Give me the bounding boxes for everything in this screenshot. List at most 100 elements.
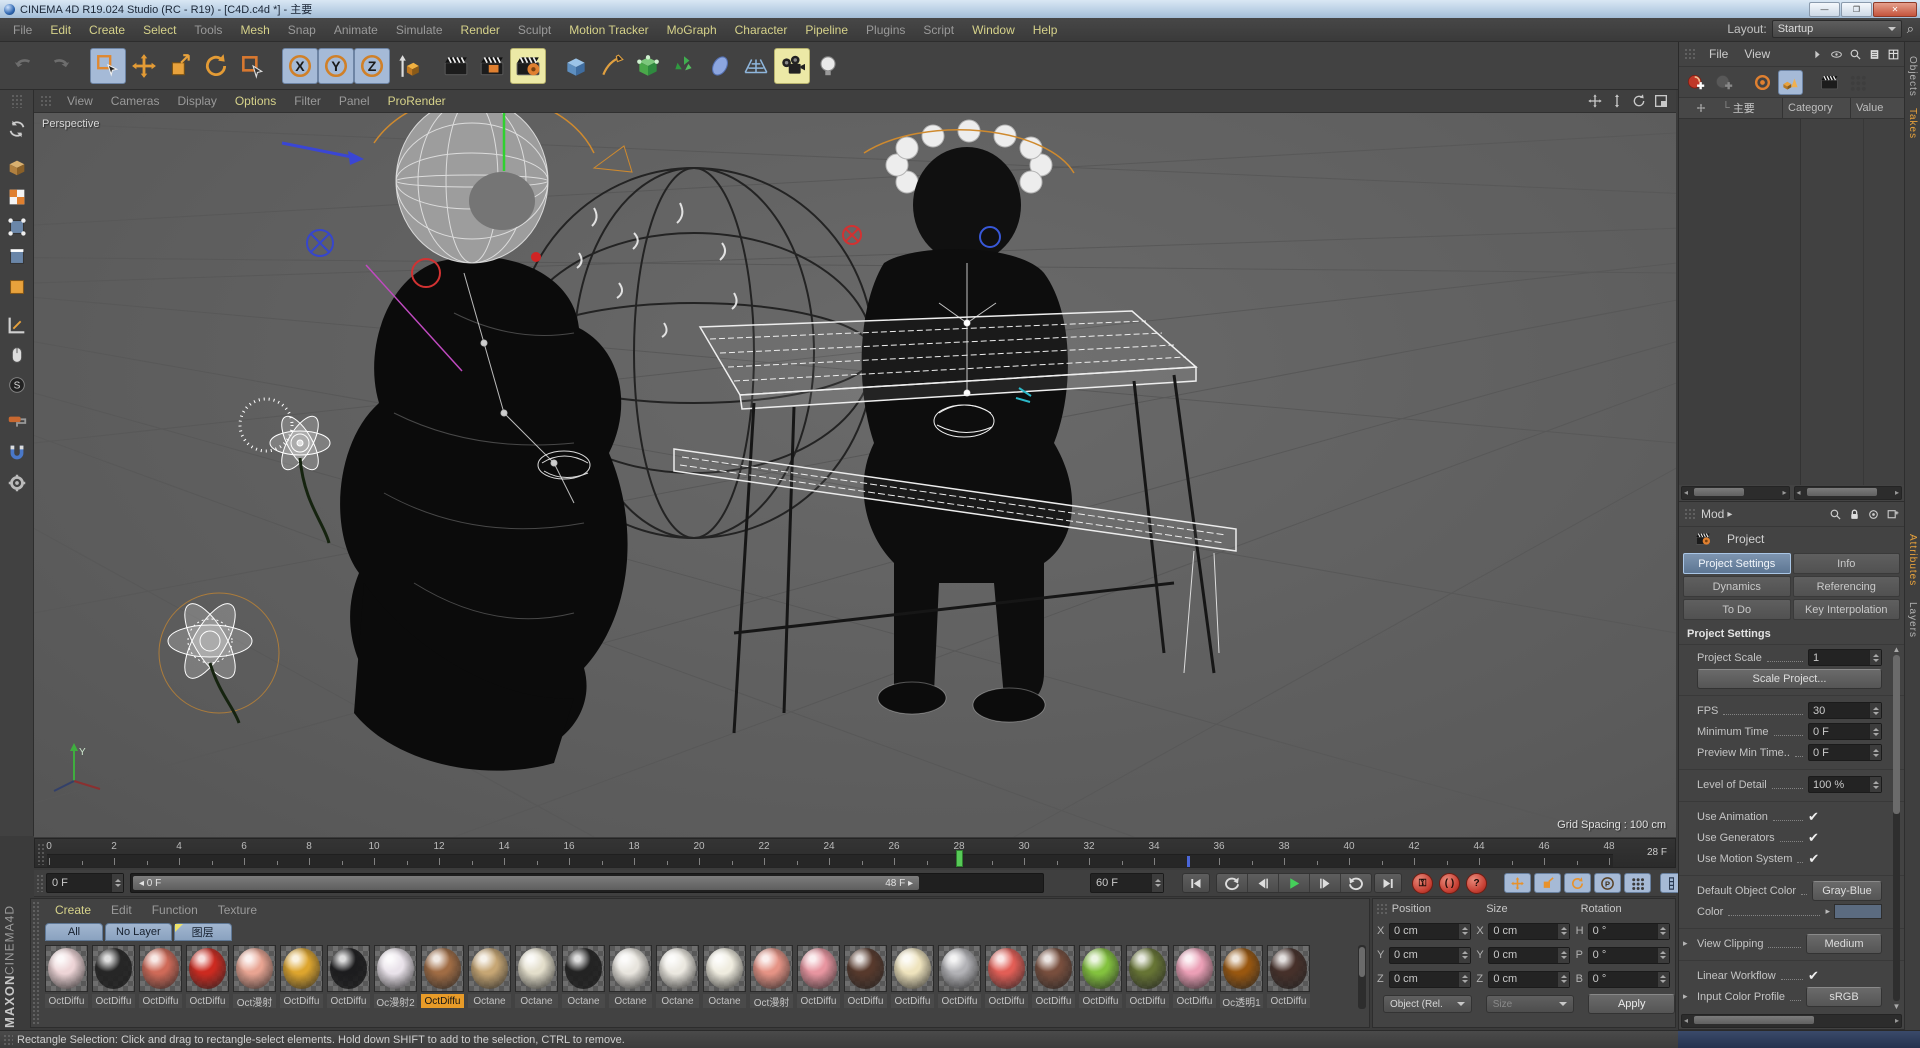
flyout-icon[interactable]: ▸ (1825, 906, 1830, 917)
previous-frame-button[interactable] (1248, 874, 1279, 892)
tab-dynamics[interactable]: Dynamics (1683, 576, 1791, 597)
material-preview[interactable] (186, 945, 229, 992)
menu-item-tools[interactable]: Tools (185, 23, 231, 37)
value-field[interactable]: 1 (1808, 649, 1882, 666)
spinner-control[interactable] (111, 874, 123, 892)
make-editable-icon[interactable] (2, 114, 32, 144)
value-field[interactable]: 100 % (1808, 776, 1882, 793)
point-mode-icon[interactable] (2, 212, 32, 242)
take-overrides-icon[interactable] (1845, 70, 1870, 95)
menu-item-window[interactable]: Window (963, 23, 1024, 37)
menu-item-mograph[interactable]: MoGraph (658, 23, 726, 37)
add-camera-icon[interactable] (774, 47, 810, 84)
material-preview[interactable] (750, 945, 793, 992)
menu-item-mesh[interactable]: Mesh (231, 23, 278, 37)
menu-item-render[interactable]: Render (452, 23, 509, 37)
rotate-view-icon[interactable] (1630, 92, 1648, 110)
live-selection-icon[interactable] (90, 47, 126, 84)
close-button[interactable]: ✕ (1873, 2, 1917, 17)
viewport-canvas[interactable]: Y Perspective Grid Spacing : 100 cm (34, 113, 1676, 837)
viewport-menu-prorender[interactable]: ProRender (379, 94, 455, 108)
menu-item-sculpt[interactable]: Sculpt (509, 23, 560, 37)
material-tile[interactable]: OctDiffu (186, 945, 229, 1008)
material-menu-edit[interactable]: Edit (101, 903, 142, 917)
material-name[interactable]: Octane (562, 994, 605, 1008)
material-preview[interactable] (139, 945, 182, 992)
new-panel-icon[interactable] (1884, 506, 1900, 522)
material-preview[interactable] (844, 945, 887, 992)
spinner-control[interactable] (1656, 947, 1669, 963)
value-field[interactable]: 0 cm (1488, 970, 1571, 988)
material-tile[interactable]: OctDiffu (139, 945, 182, 1008)
simulate-mode-icon[interactable]: S (2, 370, 32, 400)
take-list-area[interactable] (1679, 119, 1904, 485)
tab-key-interpolation[interactable]: Key Interpolation (1792, 599, 1900, 620)
workplane-mode-icon[interactable] (2, 310, 32, 340)
menu-item-pipeline[interactable]: Pipeline (796, 23, 857, 37)
material-preview[interactable] (515, 945, 558, 992)
menu-item-select[interactable]: Select (134, 23, 185, 37)
material-preview[interactable] (280, 945, 323, 992)
spinner-control[interactable] (1458, 947, 1470, 963)
material-tile[interactable]: OctDiffu (797, 945, 840, 1008)
material-preview[interactable] (421, 945, 464, 992)
take-tree-scrollbar[interactable]: ◂ ▸ (1681, 486, 1790, 500)
material-name[interactable]: OctDiffu (327, 994, 370, 1008)
material-name[interactable]: OctDiffu (92, 994, 135, 1008)
value-field[interactable]: 0 cm (1389, 946, 1471, 964)
layer-tab-all[interactable]: All (45, 923, 103, 941)
material-tile[interactable]: Octane (609, 945, 652, 1008)
panel-tab-takes[interactable]: Takes (1907, 108, 1918, 139)
coordinate-system-icon[interactable] (390, 48, 426, 84)
grip-icon[interactable] (1684, 508, 1696, 520)
menu-item-script[interactable]: Script (914, 23, 963, 37)
dropdown-medium[interactable]: Medium (1806, 933, 1882, 954)
material-tile[interactable]: OctDiffu (891, 945, 934, 1008)
menu-item-motion-tracker[interactable]: Motion Tracker (560, 23, 657, 37)
material-tile[interactable]: OctDiffu (1032, 945, 1075, 1008)
material-tile[interactable]: OctDiffu (45, 945, 88, 1008)
material-tile[interactable]: Oc漫射2 (374, 945, 417, 1008)
layout-dropdown[interactable]: Startup (1771, 20, 1902, 38)
spinner-control[interactable] (1557, 947, 1570, 963)
auto-take-icon[interactable] (1750, 70, 1775, 95)
menu-item-simulate[interactable]: Simulate (387, 23, 452, 37)
minimize-button[interactable]: — (1809, 2, 1840, 17)
key-point-level-button[interactable] (1624, 873, 1651, 893)
layer-tab-图层[interactable]: 图层 (173, 923, 232, 941)
viewport-menu-view[interactable]: View (58, 94, 102, 108)
go-to-start-button[interactable] (1182, 873, 1210, 893)
checkbox-checked[interactable]: ✔ (1808, 830, 1882, 846)
material-tile[interactable]: Oc透明1 (1220, 945, 1263, 1008)
material-name[interactable]: OctDiffu (1126, 994, 1169, 1008)
history-icon[interactable] (1865, 506, 1881, 522)
viewport-filter-icon[interactable] (2, 340, 32, 370)
filter-icon[interactable] (1828, 46, 1845, 63)
column-header-category[interactable]: Category (1782, 98, 1850, 118)
material-name[interactable]: Octane (468, 994, 511, 1008)
grip-icon[interactable] (1684, 48, 1696, 60)
scale-project-button[interactable]: Scale Project... (1697, 668, 1882, 689)
key-rotation-button[interactable] (1564, 873, 1591, 893)
viewport-view-label[interactable]: Perspective (42, 118, 99, 130)
pan-view-icon[interactable] (1586, 92, 1604, 110)
play-backwards-button[interactable] (1217, 874, 1248, 892)
apply-button[interactable]: Apply (1588, 994, 1675, 1014)
take-tree-root[interactable]: └ 主要 (1679, 98, 1782, 118)
autokeying-button[interactable]: ( ) (1439, 873, 1460, 894)
om-menu-view[interactable]: View (1736, 47, 1778, 61)
material-name[interactable]: OctDiffu (45, 994, 88, 1008)
menu-item-edit[interactable]: Edit (41, 23, 80, 37)
material-name[interactable]: OctDiffu (1032, 994, 1075, 1008)
material-tile[interactable]: OctDiffu (1126, 945, 1169, 1008)
spinner-control[interactable] (1869, 703, 1881, 718)
scale-tool-icon[interactable] (162, 48, 198, 84)
material-scrollbar[interactable] (1358, 945, 1366, 1009)
polygon-mode-icon[interactable] (2, 272, 32, 302)
material-preview[interactable] (327, 945, 370, 992)
key-scale-button[interactable] (1534, 873, 1561, 893)
grip-icon[interactable] (40, 95, 52, 107)
tool-options-icon[interactable] (2, 468, 32, 498)
add-spline-icon[interactable] (594, 48, 630, 84)
dropdown-gray-blue[interactable]: Gray-Blue (1812, 880, 1882, 901)
